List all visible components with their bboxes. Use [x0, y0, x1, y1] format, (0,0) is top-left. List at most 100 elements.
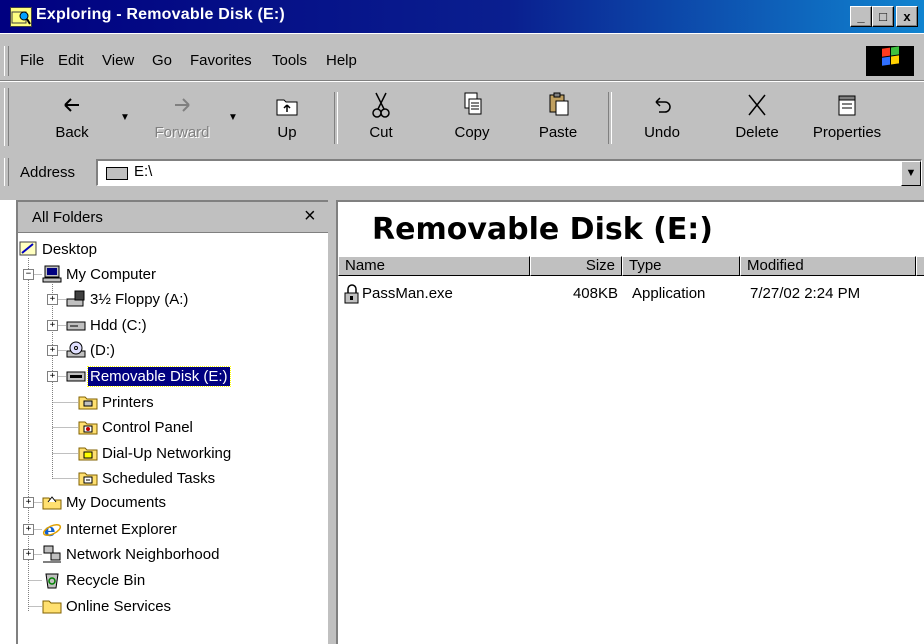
- back-dropdown-icon[interactable]: ▼: [120, 112, 130, 123]
- back-arrow-icon: [64, 98, 79, 112]
- address-value: E:\: [134, 163, 153, 180]
- title-bar[interactable]: Exploring - Removable Disk (E:) _ □ x: [0, 0, 924, 33]
- forward-arrow-icon: [175, 98, 190, 112]
- properties-label: Properties: [812, 124, 882, 141]
- tree-label: Network Neighborhood: [66, 546, 220, 563]
- menu-help[interactable]: Help: [326, 52, 357, 69]
- windows-logo-icon: [866, 46, 914, 76]
- contents-pane: Removable Disk (E:) Name Size Type Modif…: [336, 200, 924, 644]
- cd-drive-icon: [66, 341, 86, 358]
- file-size: 408KB: [572, 285, 618, 302]
- up-folder-icon: [276, 99, 298, 116]
- up-label: Up: [277, 124, 297, 141]
- column-header-modified[interactable]: Modified: [740, 256, 916, 276]
- paste-icon: [549, 92, 569, 116]
- expand-toggle[interactable]: +: [47, 345, 58, 356]
- menu-go[interactable]: Go: [152, 52, 172, 69]
- recycle-bin-icon: [45, 573, 59, 589]
- standard-toolbar: Back ▼ Forward ▼ Up Cut Copy Paste Undo …: [0, 81, 924, 151]
- tree-label: Printers: [102, 394, 154, 411]
- up-button[interactable]: Up: [262, 90, 312, 148]
- explorer-window-icon[interactable]: [10, 7, 32, 27]
- expand-toggle[interactable]: +: [47, 294, 58, 305]
- back-label: Back: [55, 124, 89, 141]
- tree-label: My Computer: [66, 266, 157, 283]
- toolbar-band-grip[interactable]: [4, 88, 9, 146]
- menu-tools[interactable]: Tools: [272, 52, 307, 69]
- column-headers: Name Size Type Modified: [338, 256, 924, 276]
- scheduled-tasks-folder-icon: [78, 472, 98, 486]
- tree-label: My Documents: [66, 494, 167, 511]
- copy-icon: [464, 92, 482, 115]
- address-bar: Address E:\ ▼: [0, 150, 924, 191]
- collapse-toggle[interactable]: −: [23, 269, 34, 280]
- address-dropdown-button[interactable]: ▼: [901, 161, 921, 186]
- menu-band-grip[interactable]: [4, 46, 9, 76]
- expand-toggle[interactable]: +: [47, 371, 58, 382]
- internet-explorer-icon: e: [42, 520, 62, 538]
- tree-label: Scheduled Tasks: [102, 470, 216, 487]
- close-button[interactable]: x: [896, 6, 918, 27]
- column-header-name[interactable]: Name: [338, 256, 530, 276]
- expand-toggle[interactable]: +: [23, 524, 34, 535]
- my-computer-icon: [42, 265, 62, 283]
- window-title: Exploring - Removable Disk (E:): [36, 6, 285, 23]
- paste-button[interactable]: Paste: [530, 90, 586, 148]
- menu-bar: File Edit View Go Favorites Tools Help: [0, 34, 924, 81]
- undo-label: Undo: [644, 124, 680, 141]
- minimize-button[interactable]: _: [850, 6, 872, 27]
- application-exe-icon: [344, 284, 359, 304]
- dialup-folder-icon: [78, 447, 98, 461]
- control-panel-folder-icon: [78, 421, 98, 435]
- folder-tree: Desktop − My Computer + 3½ Floppy (A:) +…: [18, 232, 328, 642]
- pane-gap: [0, 191, 924, 200]
- tree-label: Control Panel: [102, 419, 193, 436]
- column-header-filler: [916, 256, 924, 276]
- expand-toggle[interactable]: +: [23, 497, 34, 508]
- printers-folder-icon: [78, 396, 98, 410]
- menu-file[interactable]: File: [20, 52, 44, 69]
- delete-x-icon: [748, 94, 766, 116]
- properties-button[interactable]: Properties: [806, 90, 888, 148]
- copy-button[interactable]: Copy: [446, 90, 498, 148]
- maximize-button[interactable]: □: [872, 6, 894, 27]
- floppy-drive-icon: [66, 290, 85, 307]
- forward-button[interactable]: Forward: [148, 90, 216, 148]
- expand-toggle[interactable]: +: [47, 320, 58, 331]
- delete-button[interactable]: Delete: [728, 90, 786, 148]
- removable-disk-icon: [66, 371, 86, 382]
- desktop-icon: [19, 241, 37, 256]
- address-label: Address: [20, 164, 76, 181]
- folders-pane: All Folders × Desktop − My Computer + 3½…: [16, 200, 328, 644]
- properties-icon: [838, 95, 856, 116]
- toolbar-separator: [608, 92, 612, 144]
- folders-pane-close-button[interactable]: ×: [304, 205, 316, 228]
- removable-drive-icon: [106, 167, 128, 180]
- back-button[interactable]: Back: [46, 90, 98, 148]
- scissors-icon: [372, 92, 390, 118]
- file-type: Application: [632, 285, 706, 302]
- menu-favorites[interactable]: Favorites: [190, 52, 252, 69]
- file-row[interactable]: PassMan.exe 408KB Application 7/27/02 2:…: [338, 284, 924, 304]
- menu-view[interactable]: View: [102, 52, 134, 69]
- my-documents-icon: [42, 496, 62, 510]
- tree-label: Online Services: [66, 598, 172, 615]
- tree-label: Recycle Bin: [66, 572, 146, 589]
- hard-drive-icon: [66, 321, 86, 331]
- toolbar-separator: [334, 92, 338, 144]
- address-input[interactable]: E:\ ▼: [96, 159, 922, 186]
- tree-label: Internet Explorer: [66, 521, 177, 538]
- cut-button[interactable]: Cut: [356, 90, 406, 148]
- forward-dropdown-icon[interactable]: ▼: [228, 112, 238, 123]
- undo-button[interactable]: Undo: [636, 90, 688, 148]
- column-header-type[interactable]: Type: [622, 256, 740, 276]
- expand-toggle[interactable]: +: [23, 549, 34, 560]
- pane-splitter[interactable]: [328, 200, 336, 644]
- file-modified: 7/27/02 2:24 PM: [750, 285, 861, 302]
- menu-edit[interactable]: Edit: [58, 52, 84, 69]
- column-header-size[interactable]: Size: [530, 256, 622, 276]
- tree-label-selected: Removable Disk (E:): [87, 366, 231, 387]
- address-band-grip[interactable]: [4, 158, 9, 186]
- undo-icon: [655, 97, 671, 113]
- file-name: PassMan.exe: [362, 285, 453, 302]
